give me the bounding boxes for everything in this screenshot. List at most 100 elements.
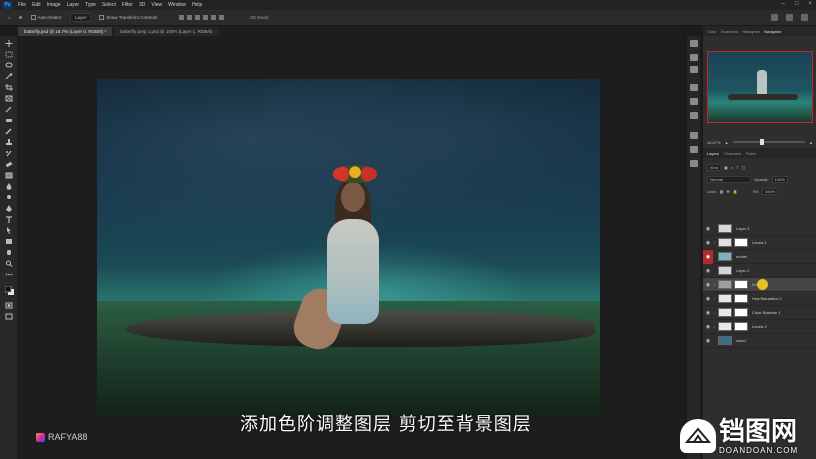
align-top-icon[interactable] <box>203 15 209 20</box>
healing-brush-tool-icon[interactable] <box>5 117 13 124</box>
menu-view[interactable]: View <box>151 2 162 8</box>
eraser-tool-icon[interactable] <box>5 161 13 168</box>
zoom-value[interactable]: 16.67% <box>707 140 721 145</box>
layer-name[interactable]: model <box>736 254 747 259</box>
history-icon[interactable] <box>690 40 698 47</box>
auto-select-dropdown[interactable]: Layer <box>70 13 92 22</box>
menu-file[interactable]: File <box>18 2 26 8</box>
blend-mode-dropdown[interactable]: Normal <box>707 176 751 183</box>
search-icon[interactable] <box>771 14 778 21</box>
lock-all-icon[interactable]: 🔒 <box>733 189 738 194</box>
filter-shape-icon[interactable]: ▢ <box>742 165 746 170</box>
tab-butterfly-prep[interactable]: butterfly prep 1.psd @ 100% (Layer 1, RG… <box>114 27 219 36</box>
layer-row[interactable]: ◉ cloud <box>703 334 816 348</box>
filter-adjust-icon[interactable]: ◐ <box>731 165 733 170</box>
visibility-eye-icon[interactable]: ◉ <box>703 296 713 302</box>
gradient-tool-icon[interactable] <box>5 172 13 179</box>
menu-select[interactable]: Select <box>102 2 116 8</box>
layer-thumbnail[interactable] <box>718 238 732 247</box>
menu-help[interactable]: Help <box>192 2 202 8</box>
pen-tool-icon[interactable] <box>5 205 13 212</box>
layer-row[interactable]: ◉ Layer 2 <box>703 264 816 278</box>
layer-row[interactable]: ◉ Layer 4 <box>703 222 816 236</box>
layer-row[interactable]: ◉ ↓ Levels 2 <box>703 320 816 334</box>
menu-image[interactable]: Image <box>47 2 61 8</box>
layer-thumbnail[interactable] <box>718 266 732 275</box>
layer-name[interactable]: Levels 2 <box>752 324 767 329</box>
tab-layers[interactable]: Layers <box>707 151 719 156</box>
layer-row[interactable]: ◉↓Levels <box>703 278 816 292</box>
zoom-tool-icon[interactable] <box>5 260 13 267</box>
transform-controls-checkbox[interactable]: Show Transform Controls <box>99 15 157 21</box>
lock-position-icon[interactable]: ✥ <box>726 189 729 194</box>
align-center-icon[interactable] <box>187 15 193 20</box>
lock-pixels-icon[interactable]: ▦ <box>720 189 724 194</box>
properties-icon[interactable] <box>690 54 698 61</box>
tab-channels[interactable]: Channels <box>724 151 741 156</box>
layer-mask-thumbnail[interactable] <box>734 294 748 303</box>
tab-paths[interactable]: Paths <box>746 151 756 156</box>
dodge-tool-icon[interactable] <box>5 194 13 201</box>
visibility-eye-icon[interactable]: ◉ <box>703 226 713 232</box>
layer-row[interactable]: ◉ ↓ Levels 1 <box>703 236 816 250</box>
layer-thumbnail[interactable] <box>718 336 732 345</box>
document-canvas[interactable] <box>97 79 600 415</box>
screen-mode-icon[interactable] <box>5 313 13 320</box>
hand-tool-icon[interactable] <box>5 249 13 256</box>
layer-mask-thumbnail[interactable] <box>734 280 748 289</box>
path-selection-tool-icon[interactable] <box>5 227 13 234</box>
layer-name[interactable]: Layer 4 <box>736 226 749 231</box>
paragraph-icon[interactable] <box>690 146 698 153</box>
align-bottom-icon[interactable] <box>219 15 225 20</box>
tab-color[interactable]: Color <box>707 29 717 34</box>
layer-mask-thumbnail[interactable] <box>734 238 748 247</box>
layer-thumbnail[interactable] <box>718 224 732 233</box>
actions-icon[interactable] <box>690 66 698 73</box>
tab-butterfly[interactable]: butterfly.psd @ 16.7% (Layer 0, RGB/8) * <box>18 27 113 36</box>
align-left-icon[interactable] <box>179 15 185 20</box>
layer-thumbnail[interactable] <box>718 280 732 289</box>
adjustments-icon[interactable] <box>690 84 698 91</box>
layer-thumbnail[interactable] <box>718 252 732 261</box>
filter-pixel-icon[interactable]: ▣ <box>724 165 728 170</box>
layer-name[interactable]: cloud <box>736 338 746 343</box>
menu-layer[interactable]: Layer <box>67 2 80 8</box>
character-icon[interactable] <box>690 132 698 139</box>
close-icon[interactable]: × <box>808 1 812 7</box>
tab-histogram[interactable]: Histogram <box>742 29 760 34</box>
auto-select-checkbox[interactable]: Auto-Select: <box>30 15 62 21</box>
history-brush-tool-icon[interactable] <box>5 150 13 157</box>
frame-tool-icon[interactable] <box>5 95 13 102</box>
more-tools-icon[interactable] <box>5 271 13 278</box>
kind-filter-dropdown[interactable]: Kind <box>707 164 722 171</box>
layer-name[interactable]: Hue/Saturation 1 <box>752 296 782 301</box>
blur-tool-icon[interactable] <box>5 183 13 190</box>
menu-type[interactable]: Type <box>85 2 96 8</box>
libraries-icon[interactable] <box>690 98 698 105</box>
marquee-tool-icon[interactable] <box>5 51 13 58</box>
visibility-eye-icon[interactable]: ◉ <box>703 310 713 316</box>
navigator-preview[interactable] <box>707 51 813 123</box>
zoom-in-icon[interactable]: ▲ <box>809 140 813 145</box>
color-swatches-icon[interactable] <box>5 286 15 296</box>
tab-swatches[interactable]: Swatches <box>721 29 738 34</box>
layer-thumbnail[interactable] <box>718 294 732 303</box>
fill-value[interactable]: 100% <box>761 188 779 195</box>
crop-tool-icon[interactable] <box>5 84 13 91</box>
filter-type-icon[interactable]: T <box>736 165 738 170</box>
layer-thumbnail[interactable] <box>718 322 732 331</box>
layer-name[interactable]: Color Balance 1 <box>752 310 780 315</box>
visibility-eye-icon[interactable]: ◉ <box>703 282 713 288</box>
type-tool-icon[interactable] <box>5 216 13 223</box>
visibility-eye-icon[interactable]: ◉ <box>703 240 713 246</box>
menu-filter[interactable]: Filter <box>122 2 133 8</box>
align-middle-icon[interactable] <box>211 15 217 20</box>
visibility-eye-icon[interactable]: ◉ <box>703 324 713 330</box>
menu-edit[interactable]: Edit <box>32 2 41 8</box>
menu-3d[interactable]: 3D <box>139 2 145 8</box>
zoom-out-icon[interactable]: ▲ <box>725 140 729 145</box>
quick-select-tool-icon[interactable] <box>5 73 13 80</box>
share-icon[interactable] <box>801 14 808 21</box>
visibility-eye-icon[interactable]: ◉ <box>703 338 713 344</box>
eyedropper-tool-icon[interactable] <box>5 106 13 113</box>
